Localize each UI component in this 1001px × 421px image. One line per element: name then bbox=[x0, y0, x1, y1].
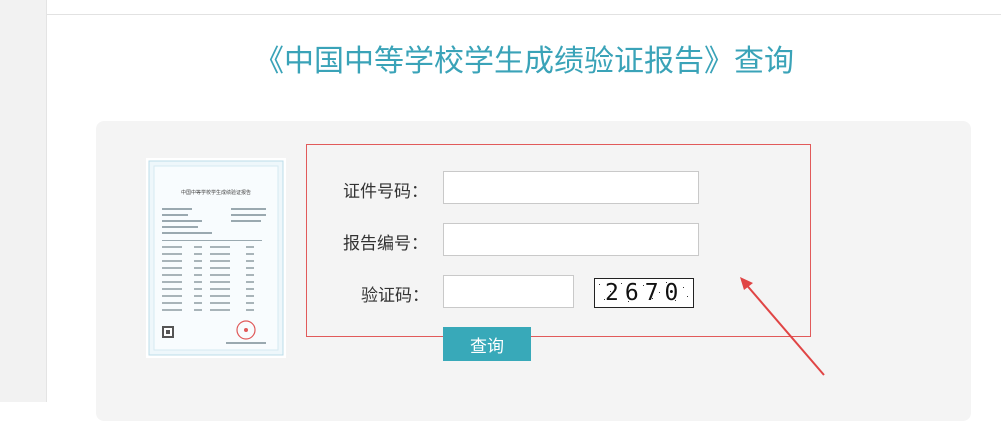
certificate-sample-image: 中国中等学校学生成绩验证报告 bbox=[146, 158, 286, 358]
report-number-label: 报告编号： bbox=[343, 234, 428, 254]
id-number-input[interactable] bbox=[443, 171, 699, 204]
query-button[interactable]: 查询 bbox=[443, 327, 531, 361]
captcha-input[interactable] bbox=[443, 275, 574, 308]
report-number-input[interactable] bbox=[443, 223, 699, 256]
captcha-code: 2670 bbox=[605, 280, 685, 306]
id-number-label: 证件号码： bbox=[343, 182, 428, 202]
left-gutter bbox=[0, 0, 47, 402]
header-divider bbox=[47, 14, 1001, 15]
captcha-image[interactable]: 2670 bbox=[594, 278, 694, 308]
certificate-heading: 中国中等学校学生成绩验证报告 bbox=[181, 189, 251, 196]
page-title: 《中国中等学校学生成绩验证报告》查询 bbox=[254, 44, 794, 79]
captcha-label: 验证码： bbox=[361, 286, 429, 306]
annotation-arrow-icon bbox=[740, 277, 825, 376]
